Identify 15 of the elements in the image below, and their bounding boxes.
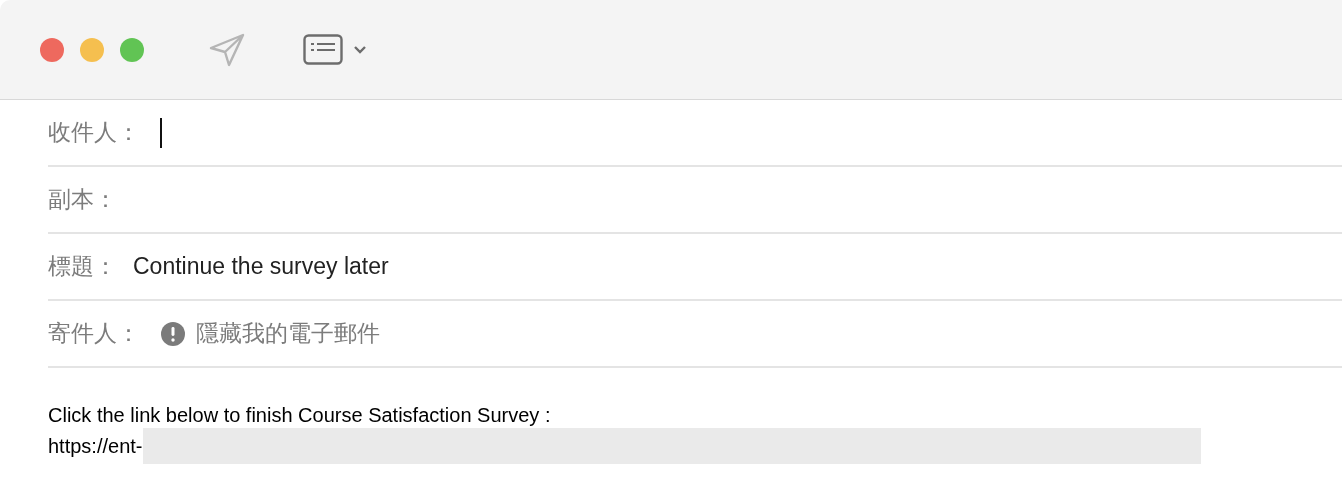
close-button[interactable]	[40, 37, 64, 62]
caret-icon	[353, 44, 367, 55]
field-label: 副本：	[48, 185, 117, 214]
minimize-button[interactable]	[80, 37, 104, 62]
zoom-button[interactable]	[120, 37, 144, 62]
subject-field[interactable]: Continue the survey later	[133, 253, 389, 280]
link[interactable]: https://ent-	[48, 434, 143, 458]
field-label: 寄件人：	[48, 319, 140, 348]
field-label: 收件人：	[48, 118, 140, 147]
warning-icon	[160, 320, 186, 347]
sender-address[interactable]: 隱藏我的電子郵件	[196, 318, 380, 349]
header-format-button[interactable]	[303, 33, 367, 66]
field-label: 標題：	[48, 252, 117, 281]
body-text: Click the link below to finish Course Satisfaction Survey :	[48, 403, 551, 427]
list-icon	[303, 33, 343, 66]
